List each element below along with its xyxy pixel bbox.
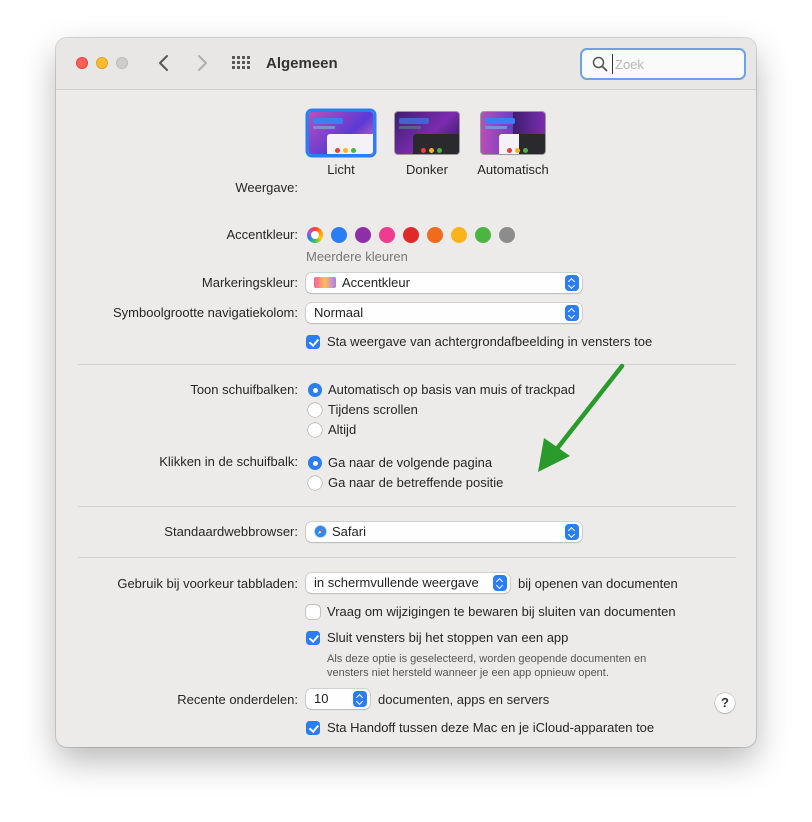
separator <box>78 364 736 365</box>
handoff-label[interactable]: Sta Handoff tussen deze Mac en je iCloud… <box>327 720 654 735</box>
general-settings-pane: Weergave: Licht Donker Automatisch Accen… <box>56 91 756 747</box>
appearance-option-light[interactable]: Licht <box>308 162 374 177</box>
scrollbars-option-scrolling[interactable]: Tijdens scrollen <box>328 402 418 417</box>
ask-keep-changes-checkbox[interactable] <box>306 605 320 619</box>
close-windows-label[interactable]: Sluit vensters bij het stoppen van een a… <box>327 630 568 645</box>
recent-items-suffix: documenten, apps en servers <box>378 692 550 707</box>
chevron-updown-icon <box>493 575 507 591</box>
recent-items-value: 10 <box>314 691 329 706</box>
search-input[interactable] <box>612 54 732 74</box>
appearance-thumb-dark[interactable] <box>394 111 460 155</box>
accent-swatch-7[interactable] <box>499 227 515 243</box>
highlight-color-label: Markeringskleur: <box>201 275 298 290</box>
highlight-color-value: Accentkleur <box>342 275 410 290</box>
prefer-tabs-popup[interactable]: in schermvullende weergave <box>306 573 510 593</box>
minimize-window-button[interactable] <box>96 57 108 69</box>
appearance-option-dark[interactable]: Donker <box>394 162 460 177</box>
chevron-updown-icon <box>565 524 579 540</box>
accent-swatch-0[interactable] <box>331 227 347 243</box>
window-title: Algemeen <box>266 55 338 72</box>
handoff-checkbox[interactable] <box>306 721 320 735</box>
prefer-tabs-value: in schermvullende weergave <box>314 575 479 590</box>
accent-selected-caption: Meerdere kleuren <box>306 249 408 264</box>
highlight-swatch-icon <box>314 277 336 288</box>
accent-swatch-2[interactable] <box>379 227 395 243</box>
show-scrollbars-label: Toon schuifbalken: <box>190 382 298 397</box>
click-scrollbar-option-position[interactable]: Ga naar de betreffende positie <box>328 475 503 490</box>
accent-swatch-6[interactable] <box>475 227 491 243</box>
default-browser-popup[interactable]: Safari <box>306 522 582 542</box>
accent-swatch-4[interactable] <box>427 227 443 243</box>
safari-compass-icon <box>314 525 327 538</box>
click-scrollbar-label: Klikken in de schuifbalk: <box>159 454 298 469</box>
back-icon[interactable] <box>154 52 174 74</box>
sidebar-icon-size-label: Symboolgrootte navigatiekolom: <box>113 305 298 320</box>
chevron-updown-icon <box>565 275 579 291</box>
default-browser-value: Safari <box>332 524 366 539</box>
appearance-thumb-light[interactable] <box>308 111 374 155</box>
close-windows-hint-line1: Als deze optie is geselecteerd, worden g… <box>327 653 647 665</box>
highlight-color-popup[interactable]: Accentkleur <box>306 273 582 293</box>
search-field[interactable] <box>580 48 746 80</box>
scrollbars-radio-always[interactable] <box>308 423 322 437</box>
click-scrollbar-radio-position[interactable] <box>308 476 322 490</box>
recent-items-popup[interactable]: 10 <box>306 689 370 709</box>
sidebar-icon-size-popup[interactable]: Normaal <box>306 303 582 323</box>
close-windows-checkbox[interactable] <box>306 631 320 645</box>
show-all-grid-icon[interactable] <box>232 56 250 70</box>
prefer-tabs-label: Gebruik bij voorkeur tabbladen: <box>117 576 298 591</box>
accent-swatch-1[interactable] <box>355 227 371 243</box>
click-scrollbar-radio-next-page[interactable] <box>308 456 322 470</box>
scrollbars-option-always[interactable]: Altijd <box>328 422 356 437</box>
close-windows-hint-line2: vensters niet hersteld wanneer je een ap… <box>327 667 609 679</box>
titlebar: Algemeen <box>56 38 756 90</box>
appearance-label: Weergave: <box>235 180 298 195</box>
click-scrollbar-option-next-page[interactable]: Ga naar de volgende pagina <box>328 455 492 470</box>
chevron-updown-icon <box>353 691 367 707</box>
prefer-tabs-suffix: bij openen van documenten <box>518 576 678 591</box>
chevron-updown-icon <box>565 305 579 321</box>
wallpaper-tinting-checkbox[interactable] <box>306 335 320 349</box>
recent-items-label: Recente onderdelen: <box>177 692 298 707</box>
accent-swatch-multicolor[interactable] <box>307 227 323 243</box>
scrollbars-radio-automatic[interactable] <box>308 383 322 397</box>
search-icon <box>592 56 608 72</box>
forward-icon[interactable] <box>192 52 212 74</box>
wallpaper-tinting-label[interactable]: Sta weergave van achtergrondafbeelding i… <box>327 334 652 349</box>
appearance-option-auto[interactable]: Automatisch <box>470 162 556 177</box>
default-browser-label: Standaardwebbrowser: <box>164 524 298 539</box>
accent-swatch-5[interactable] <box>451 227 467 243</box>
separator <box>78 506 736 507</box>
annotation-arrow-icon <box>538 363 625 472</box>
separator <box>78 557 736 558</box>
close-window-button[interactable] <box>76 57 88 69</box>
scrollbars-radio-scrolling[interactable] <box>308 403 322 417</box>
appearance-thumb-auto[interactable] <box>480 111 546 155</box>
accent-swatch-3[interactable] <box>403 227 419 243</box>
help-button[interactable]: ? <box>715 693 735 713</box>
zoom-window-button[interactable] <box>116 57 128 69</box>
sidebar-icon-size-value: Normaal <box>314 305 364 320</box>
system-preferences-window: Algemeen Weergave: Licht Don <box>56 38 756 747</box>
ask-keep-changes-label[interactable]: Vraag om wijzigingen te bewaren bij slui… <box>327 604 676 619</box>
accent-color-label: Accentkleur: <box>226 227 298 242</box>
